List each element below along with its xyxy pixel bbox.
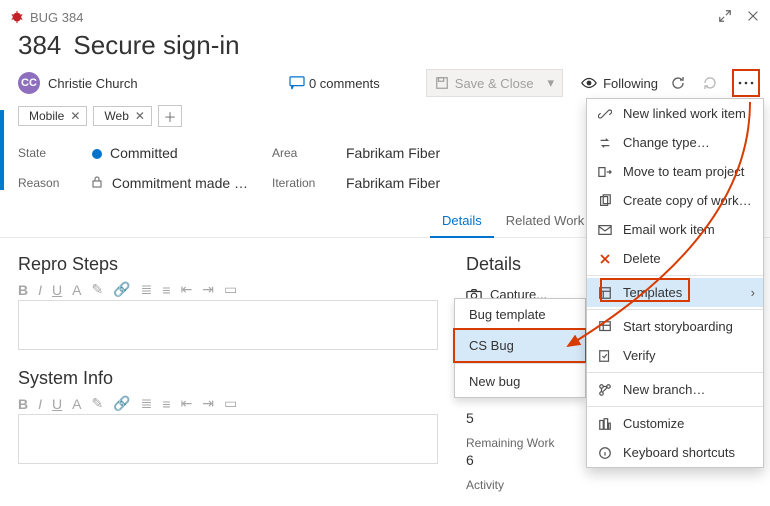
image-icon: ▭ — [224, 395, 237, 412]
state-dot-icon — [92, 149, 102, 159]
tag-web[interactable]: Web ✕ — [93, 106, 152, 126]
menu-templates[interactable]: Templates › — [587, 278, 763, 307]
menu-move-team[interactable]: Move to team project — [587, 157, 763, 186]
editor-toolbar[interactable]: B I U A ✎ 🔗 ≣ ≡ ⇤ ⇥ ▭ — [18, 391, 438, 414]
menu-new-branch[interactable]: New branch… — [587, 375, 763, 404]
section-system-info: System Info — [18, 368, 438, 389]
mail-icon — [597, 224, 613, 236]
area-label: Area — [272, 146, 336, 160]
reason-value[interactable]: Commitment made … — [92, 175, 262, 191]
menu-shortcuts[interactable]: Keyboard shortcuts — [587, 438, 763, 467]
submenu-new-bug[interactable]: New bug — [455, 366, 585, 397]
area-value[interactable]: Fabrikam Fiber — [346, 145, 506, 161]
lock-icon — [92, 175, 106, 191]
system-info-editor[interactable] — [18, 414, 438, 464]
storyboard-icon — [597, 320, 613, 334]
customize-icon — [597, 417, 613, 431]
indent-icon: ⇥ — [202, 395, 214, 412]
add-tag-button[interactable]: ＋ — [158, 105, 182, 127]
image-icon: ▭ — [224, 281, 237, 298]
menu-delete[interactable]: Delete — [587, 244, 763, 273]
section-repro-steps: Repro Steps — [18, 254, 438, 275]
menu-change-type[interactable]: Change type… — [587, 128, 763, 157]
link-plus-icon — [597, 107, 613, 121]
underline-icon: U — [52, 282, 62, 298]
repro-steps-editor[interactable] — [18, 300, 438, 350]
submenu-cs-bug[interactable]: CS Bug — [455, 330, 585, 361]
accent-bar — [0, 110, 4, 190]
verify-icon — [597, 349, 613, 363]
editor-toolbar[interactable]: B I U A ✎ 🔗 ≣ ≡ ⇤ ⇥ ▭ — [18, 277, 438, 300]
avatar[interactable]: CC — [18, 72, 40, 94]
reason-label: Reason — [18, 176, 82, 190]
underline-icon: U — [52, 396, 62, 412]
italic-icon: I — [38, 396, 42, 412]
menu-verify[interactable]: Verify — [587, 341, 763, 370]
branch-icon — [597, 383, 613, 397]
chevron-right-icon: › — [751, 285, 755, 300]
italic-icon: I — [38, 282, 42, 298]
link-icon: 🔗 — [113, 395, 130, 412]
indent-icon: ⇥ — [202, 281, 214, 298]
bullet-list-icon: ≣ — [141, 281, 153, 298]
tag-mobile[interactable]: Mobile ✕ — [18, 106, 87, 126]
remove-tag-icon[interactable]: ✕ — [70, 109, 80, 123]
bug-icon — [10, 10, 24, 24]
menu-email[interactable]: Email work item — [587, 215, 763, 244]
info-icon — [597, 446, 613, 460]
activity-label: Activity — [466, 478, 760, 492]
bullet-list-icon: ≣ — [141, 395, 153, 412]
work-item-type-id: BUG 384 — [30, 10, 83, 25]
work-item-title[interactable]: Secure sign-in — [73, 30, 239, 61]
context-menu: New linked work item Change type… Move t… — [586, 98, 764, 468]
state-label: State — [18, 146, 82, 160]
number-list-icon: ≡ — [162, 396, 170, 412]
iteration-label: Iteration — [272, 176, 336, 190]
menu-new-linked[interactable]: New linked work item — [587, 99, 763, 128]
outdent-icon: ⇤ — [181, 281, 193, 298]
outdent-icon: ⇤ — [181, 395, 193, 412]
remove-tag-icon[interactable]: ✕ — [135, 109, 145, 123]
highlight-icon: ✎ — [91, 281, 103, 298]
menu-storyboard[interactable]: Start storyboarding — [587, 312, 763, 341]
follow-button[interactable]: Following — [581, 76, 658, 91]
bold-icon: B — [18, 282, 28, 298]
menu-customize[interactable]: Customize — [587, 409, 763, 438]
submenu-bug-template[interactable]: Bug template — [455, 299, 585, 330]
iteration-value[interactable]: Fabrikam Fiber — [346, 175, 506, 191]
delete-icon — [597, 253, 613, 265]
undo-icon[interactable] — [698, 71, 722, 95]
save-close-button: Save & Close ▾ — [426, 69, 563, 97]
move-icon — [597, 165, 613, 179]
number-list-icon: ≡ — [162, 282, 170, 298]
copy-icon — [597, 194, 613, 208]
chevron-down-icon: ▾ — [548, 75, 555, 91]
tab-details[interactable]: Details — [430, 205, 494, 238]
bold-icon: B — [18, 396, 28, 412]
more-actions-button[interactable] — [736, 71, 756, 95]
templates-icon — [597, 286, 613, 300]
font-icon: A — [72, 282, 81, 298]
work-item-id: 384 — [18, 30, 61, 61]
refresh-icon[interactable] — [666, 71, 690, 95]
comments-count[interactable]: 0 comments — [289, 76, 380, 91]
menu-create-copy[interactable]: Create copy of work item… — [587, 186, 763, 215]
change-type-icon — [597, 136, 613, 150]
highlight-icon: ✎ — [91, 395, 103, 412]
close-icon[interactable] — [746, 9, 760, 26]
font-icon: A — [72, 396, 81, 412]
templates-submenu: Bug template CS Bug New bug — [454, 298, 586, 398]
state-value[interactable]: Committed — [92, 145, 262, 161]
link-icon: 🔗 — [113, 281, 130, 298]
assignee-name[interactable]: Christie Church — [48, 76, 138, 91]
expand-icon[interactable] — [718, 9, 732, 26]
